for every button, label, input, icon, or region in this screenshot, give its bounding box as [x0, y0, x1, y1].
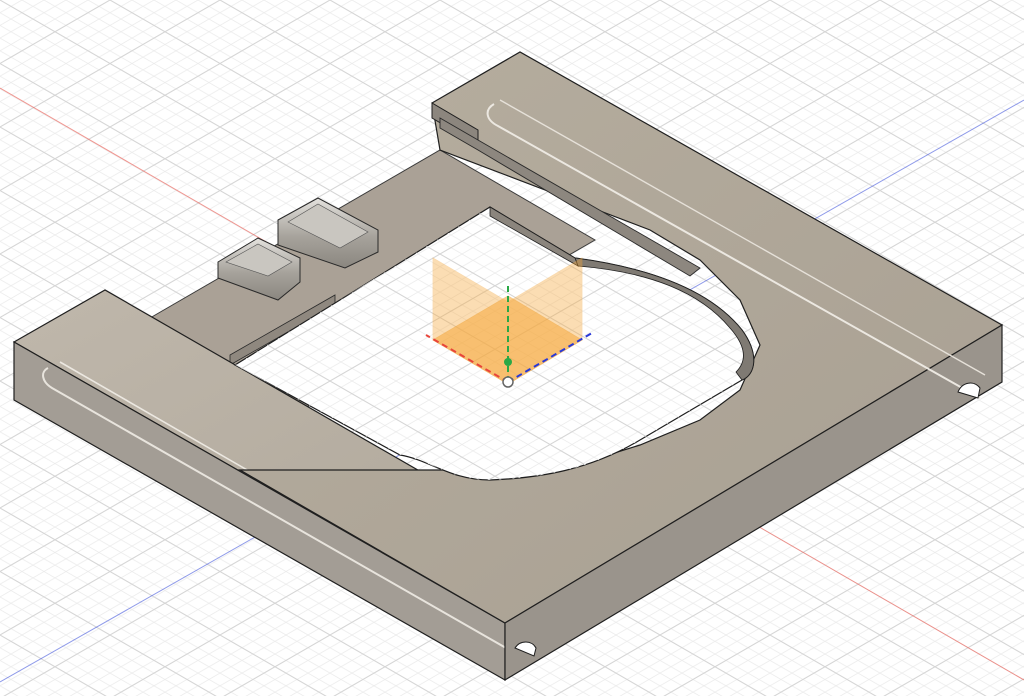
- origin-y-handle[interactable]: [504, 358, 512, 366]
- origin-point[interactable]: [502, 376, 514, 388]
- 3d-viewport[interactable]: [0, 0, 1024, 696]
